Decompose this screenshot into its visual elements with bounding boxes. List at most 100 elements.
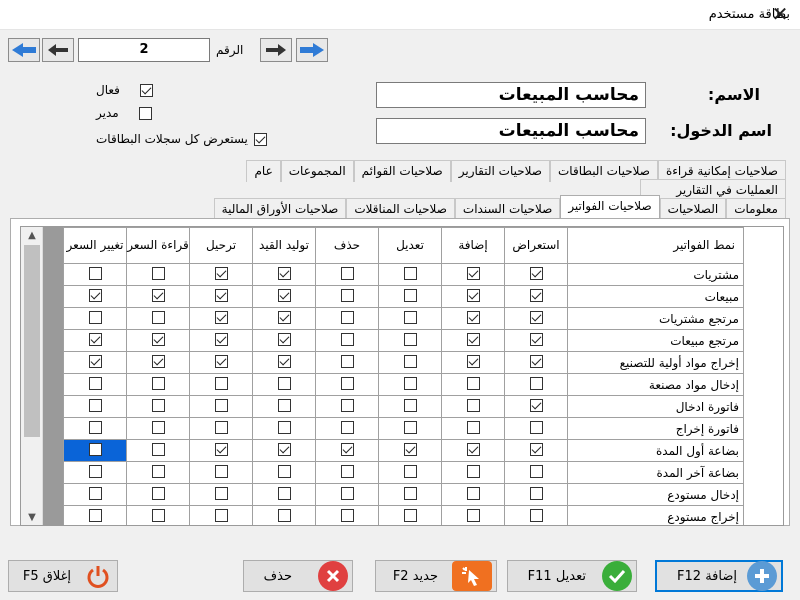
permission-checkbox[interactable] <box>151 354 165 368</box>
permission-checkbox[interactable] <box>529 376 543 390</box>
permission-cell[interactable] <box>315 329 379 352</box>
permission-checkbox[interactable] <box>151 508 165 522</box>
permission-cell[interactable] <box>189 373 253 396</box>
permission-checkbox[interactable] <box>214 288 228 302</box>
permission-checkbox[interactable] <box>403 464 417 478</box>
permission-cell[interactable] <box>252 505 316 525</box>
permission-cell[interactable] <box>189 329 253 352</box>
permission-cell[interactable] <box>63 329 127 352</box>
permission-cell[interactable] <box>315 307 379 330</box>
permission-cell[interactable] <box>126 263 190 286</box>
permission-checkbox[interactable] <box>88 508 102 522</box>
permission-checkbox[interactable] <box>529 442 543 456</box>
permission-cell[interactable] <box>441 461 505 484</box>
permission-checkbox[interactable] <box>340 508 354 522</box>
browse-all-option[interactable]: يستعرض كل سجلات البطاقات <box>96 132 267 146</box>
permission-checkbox[interactable] <box>214 508 228 522</box>
permission-cell[interactable] <box>252 263 316 286</box>
previous-record-button[interactable] <box>42 38 74 62</box>
permission-checkbox[interactable] <box>403 376 417 390</box>
permission-checkbox[interactable] <box>214 398 228 412</box>
permission-checkbox[interactable] <box>214 442 228 456</box>
invoice-type-cell[interactable]: مشتريات <box>567 263 744 286</box>
column-header[interactable]: إضافة <box>441 227 505 264</box>
permission-checkbox[interactable] <box>277 288 291 302</box>
permission-cell[interactable] <box>441 263 505 286</box>
permission-checkbox[interactable] <box>214 464 228 478</box>
permission-checkbox[interactable] <box>214 376 228 390</box>
permission-checkbox[interactable] <box>151 464 165 478</box>
permission-checkbox[interactable] <box>151 266 165 280</box>
permission-cell[interactable] <box>189 263 253 286</box>
permission-cell[interactable] <box>504 373 568 396</box>
permission-checkbox[interactable] <box>529 486 543 500</box>
permission-cell[interactable] <box>315 461 379 484</box>
permission-checkbox[interactable] <box>88 288 102 302</box>
permission-checkbox[interactable] <box>340 420 354 434</box>
permission-checkbox[interactable] <box>529 398 543 412</box>
permission-checkbox[interactable] <box>277 508 291 522</box>
permission-cell[interactable] <box>63 395 127 418</box>
table-row[interactable]: إخراج مواد أولية للتصنيع <box>63 351 744 374</box>
permission-checkbox[interactable] <box>277 486 291 500</box>
permission-cell[interactable] <box>63 439 127 462</box>
permission-cell[interactable] <box>189 461 253 484</box>
permission-checkbox[interactable] <box>340 310 354 324</box>
permission-checkbox[interactable] <box>214 310 228 324</box>
permission-checkbox[interactable] <box>529 332 543 346</box>
column-header[interactable]: تعديل <box>378 227 442 264</box>
permission-checkbox[interactable] <box>214 266 228 280</box>
permission-checkbox[interactable] <box>403 442 417 456</box>
permission-cell[interactable] <box>441 373 505 396</box>
column-header[interactable]: قراءة السعر <box>126 227 190 264</box>
delete-button[interactable]: حذف <box>243 560 353 592</box>
permission-checkbox[interactable] <box>403 266 417 280</box>
permission-checkbox[interactable] <box>529 310 543 324</box>
scroll-down-icon[interactable]: ▼ <box>24 511 40 525</box>
active-option[interactable]: فعال <box>96 83 153 97</box>
permission-cell[interactable] <box>504 307 568 330</box>
permission-checkbox[interactable] <box>151 376 165 390</box>
new-button[interactable]: جديد F2 <box>375 560 497 592</box>
permission-cell[interactable] <box>63 483 127 506</box>
tab-invoice-permissions[interactable]: صلاحيات الفواتير <box>560 195 660 220</box>
permission-cell[interactable] <box>252 417 316 440</box>
permission-cell[interactable] <box>252 351 316 374</box>
active-checkbox[interactable] <box>139 83 153 97</box>
permission-cell[interactable] <box>315 373 379 396</box>
permission-checkbox[interactable] <box>277 266 291 280</box>
permission-checkbox[interactable] <box>403 508 417 522</box>
permission-cell[interactable] <box>378 483 442 506</box>
permission-cell[interactable] <box>252 461 316 484</box>
permission-cell[interactable] <box>63 505 127 525</box>
permission-cell[interactable] <box>189 439 253 462</box>
permission-checkbox[interactable] <box>277 442 291 456</box>
permission-checkbox[interactable] <box>466 464 480 478</box>
permission-cell[interactable] <box>378 417 442 440</box>
column-header[interactable]: استعراض <box>504 227 568 264</box>
first-record-button[interactable] <box>296 38 328 62</box>
permission-checkbox[interactable] <box>214 332 228 346</box>
permission-checkbox[interactable] <box>529 420 543 434</box>
permission-cell[interactable] <box>189 417 253 440</box>
permission-checkbox[interactable] <box>466 288 480 302</box>
permission-checkbox[interactable] <box>403 310 417 324</box>
permission-checkbox[interactable] <box>466 442 480 456</box>
permission-cell[interactable] <box>378 263 442 286</box>
permission-cell[interactable] <box>378 461 442 484</box>
permission-checkbox[interactable] <box>403 332 417 346</box>
invoice-type-cell[interactable]: بضاعة آخر المدة <box>567 461 744 484</box>
column-header[interactable]: ترحيل <box>189 227 253 264</box>
permission-checkbox[interactable] <box>277 354 291 368</box>
permission-checkbox[interactable] <box>466 420 480 434</box>
permission-checkbox[interactable] <box>151 442 165 456</box>
permission-cell[interactable] <box>252 483 316 506</box>
permission-checkbox[interactable] <box>214 420 228 434</box>
table-row[interactable]: مشتريات <box>63 263 744 286</box>
permission-cell[interactable] <box>378 505 442 525</box>
table-row[interactable]: فاتورة إخراج <box>63 417 744 440</box>
permission-checkbox[interactable] <box>88 398 102 412</box>
permission-cell[interactable] <box>378 329 442 352</box>
permission-checkbox[interactable] <box>403 486 417 500</box>
table-row[interactable]: مرتجع مبيعات <box>63 329 744 352</box>
